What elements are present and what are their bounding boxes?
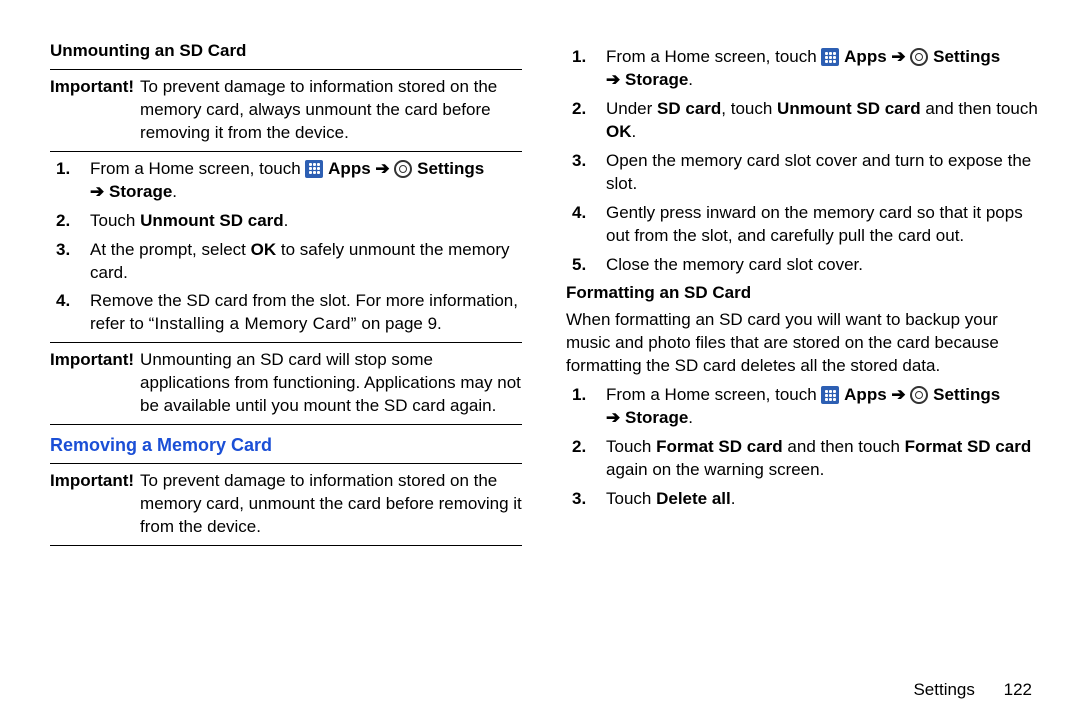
step-5: Close the memory card slot cover. [566,254,1038,277]
page-footer: Settings 122 [50,679,1038,710]
period: . [632,122,637,141]
period: . [284,211,289,230]
text: Touch [606,437,656,456]
arrow-icon: ➔ [606,408,620,427]
bold: OK [251,240,277,259]
format-intro: When formatting an SD card you will want… [566,309,1038,378]
step-1: From a Home screen, touch Apps ➔ Setting… [50,158,522,204]
storage-label: Storage [625,70,688,89]
remove-steps: From a Home screen, touch Apps ➔ Setting… [566,46,1038,276]
bold: OK [606,122,632,141]
settings-icon [394,160,412,178]
important-text: Unmounting an SD card will stop some app… [140,349,522,418]
text: From a Home screen, touch [90,159,305,178]
heading-unmount: Unmounting an SD Card [50,40,522,63]
settings-label: Settings [933,385,1000,404]
bold: SD card [657,99,721,118]
important-label: Important! [50,349,134,418]
apps-icon [305,160,323,178]
left-column: Unmounting an SD Card Important! To prev… [50,40,522,635]
step-4: Remove the SD card from the slot. For mo… [50,290,522,336]
bold: Delete all [656,489,731,508]
footer-section: Settings [913,680,974,699]
text: Touch [90,211,140,230]
step-3: Open the memory card slot cover and turn… [566,150,1038,196]
step-1: From a Home screen, touch Apps ➔ Setting… [566,46,1038,92]
bold: Unmount SD card [777,99,921,118]
settings-label: Settings [417,159,484,178]
text: and then touch [921,99,1038,118]
step-2: Touch Unmount SD card. [50,210,522,233]
text: , touch [721,99,777,118]
settings-icon [910,48,928,66]
important-note-3: Important! To prevent damage to informat… [50,470,522,539]
text: Open the memory card slot cover and turn… [606,150,1038,196]
bold: Unmount SD card [140,211,284,230]
arrow-icon: ➔ [375,159,389,178]
divider [50,69,522,70]
text: on page 9. [357,314,442,333]
important-note-1: Important! To prevent damage to informat… [50,76,522,145]
step-3: Touch Delete all. [566,488,1038,511]
important-note-2: Important! Unmounting an SD card will st… [50,349,522,418]
apps-icon [821,48,839,66]
important-label: Important! [50,76,134,145]
important-label: Important! [50,470,134,539]
apps-label: Apps [844,385,887,404]
step-3: At the prompt, select OK to safely unmou… [50,239,522,285]
text: Under [606,99,657,118]
period: . [688,70,693,89]
step-4: Gently press inward on the memory card s… [566,202,1038,248]
footer-page-number: 122 [1004,680,1032,699]
storage-label: Storage [625,408,688,427]
settings-icon [910,386,928,404]
apps-label: Apps [328,159,371,178]
step-2: Under SD card, touch Unmount SD card and… [566,98,1038,144]
important-text: To prevent damage to information stored … [140,76,522,145]
text: Touch [606,489,656,508]
arrow-icon: ➔ [891,47,905,66]
settings-label: Settings [933,47,1000,66]
apps-label: Apps [844,47,887,66]
right-column: From a Home screen, touch Apps ➔ Setting… [566,40,1038,635]
heading-removing: Removing a Memory Card [50,433,522,457]
period: . [731,489,736,508]
bold: Format SD card [656,437,783,456]
step-1: From a Home screen, touch Apps ➔ Setting… [566,384,1038,430]
text: From a Home screen, touch [606,47,821,66]
divider [50,151,522,152]
text: again on the warning screen. [606,460,824,479]
text: At the prompt, select [90,240,251,259]
period: . [172,182,177,201]
arrow-icon: ➔ [606,70,620,89]
period: . [688,408,693,427]
step-2: Touch Format SD card and then touch Form… [566,436,1038,482]
apps-icon [821,386,839,404]
arrow-icon: ➔ [891,385,905,404]
divider [50,424,522,425]
text: Gently press inward on the memory card s… [606,202,1038,248]
bold: Format SD card [905,437,1032,456]
text: Close the memory card slot cover. [606,254,1038,277]
heading-formatting: Formatting an SD Card [566,282,1038,305]
important-text: To prevent damage to information stored … [140,470,522,539]
text: and then touch [783,437,905,456]
format-steps: From a Home screen, touch Apps ➔ Setting… [566,384,1038,511]
storage-label: Storage [109,182,172,201]
page: Unmounting an SD Card Important! To prev… [0,0,1080,720]
columns: Unmounting an SD Card Important! To prev… [50,40,1038,635]
divider [50,463,522,464]
text: From a Home screen, touch [606,385,821,404]
divider [50,342,522,343]
unmount-steps: From a Home screen, touch Apps ➔ Setting… [50,158,522,337]
arrow-icon: ➔ [90,182,104,201]
reference-link: “Installing a Memory Card” [149,314,357,333]
divider [50,545,522,546]
